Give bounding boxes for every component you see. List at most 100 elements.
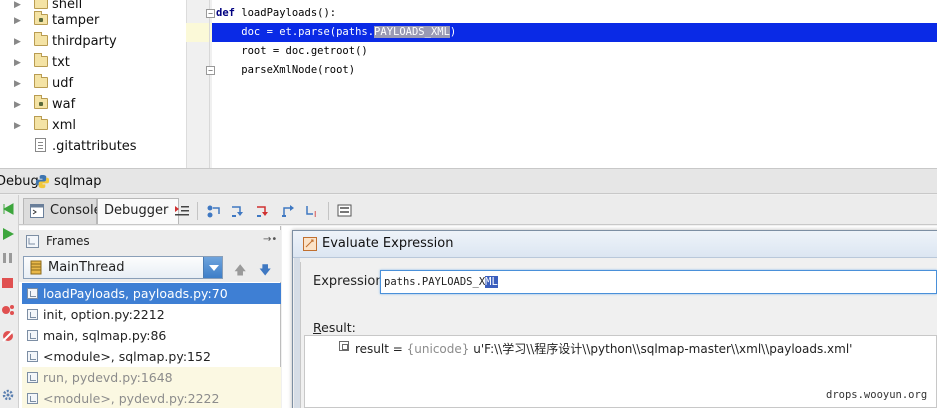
code-line: def loadPayloads(): [216,4,336,23]
arrow-up-icon[interactable]: 🡅 [234,261,246,282]
python-icon [35,174,50,189]
rerun-icon[interactable] [1,202,15,216]
run-config-name: sqlmap [54,174,102,189]
frame-icon [27,330,38,341]
expand-arrow-icon[interactable]: ▶ [14,0,24,10]
chevron-down-icon[interactable] [203,257,222,278]
show-execution-point-icon[interactable] [174,204,190,218]
console-icon [30,204,44,218]
tree-item-label: txt [52,55,70,70]
code-text: parseXmlNode(root) [216,64,356,76]
expand-arrow-icon[interactable]: ▶ [14,100,24,110]
expand-arrow-icon[interactable]: ▶ [14,58,24,68]
package-folder-icon [34,95,48,109]
result-value: u'F:\\学习\\程序设计\\python\\sqlmap-master\\x… [469,342,853,356]
settings-icon[interactable] [1,388,15,402]
folder-icon [34,74,48,88]
frame-label: main, sqlmap.py:86 [43,328,167,343]
watermark: drops.wooyun.org [826,389,928,401]
step-over-icon[interactable] [206,204,222,218]
toolbar-separator [328,202,329,220]
selected-token: PAYLOADS_XML [374,26,450,38]
expand-arrow-icon[interactable]: ▶ [14,16,24,26]
tree-item-label: thirdparty [52,34,117,49]
folder-icon [34,53,48,67]
tree-item-label: .gitattributes [52,139,137,154]
expression-label: Expression: [313,274,388,289]
frame-row[interactable]: main, sqlmap.py:86 [22,325,281,346]
frames-title: Frames [46,234,90,248]
view-breakpoints-icon[interactable] [1,303,15,317]
toolbar-separator [197,202,198,220]
stop-icon[interactable] [1,276,15,290]
expression-selection: ML [485,276,498,288]
frame-icon [27,393,38,404]
frame-icon [27,309,38,320]
tree-item-label: udf [52,76,74,91]
tree-item-label: waf [52,97,76,112]
tree-item-label: shell [52,0,83,12]
thread-selector[interactable]: MainThread [23,256,223,279]
debug-side-toolbar [0,195,19,408]
result-label-rest: esult: [321,320,356,335]
tree-item-label: tamper [52,13,100,28]
folder-icon [34,0,48,9]
tree-item-label: xml [52,118,76,133]
code-text: loadPayloads(): [234,7,337,19]
step-out-icon[interactable] [280,204,296,218]
tab-debugger[interactable]: Debugger [97,198,179,224]
frame-icon [27,372,38,383]
code-text: root = doc.getroot() [216,45,368,57]
frame-icon [27,288,38,299]
package-folder-icon [34,11,48,25]
result-equals: = [388,342,407,356]
code-line: root = doc.getroot() [216,42,368,61]
frames-header: Frames [19,230,281,252]
mute-breakpoints-icon[interactable] [1,329,15,343]
expression-text: paths.PAYLOADS_X [384,276,486,288]
resume-icon[interactable] [1,227,15,241]
debug-window-header: Debug sqlmap [0,168,937,194]
arrow-down-icon[interactable]: 🡇 [259,261,271,282]
dialog-title: Evaluate Expression [322,236,454,251]
thread-icon [30,260,42,275]
debugger-tabs-bar: Console Debugger [19,195,937,225]
frame-row[interactable]: <module>, sqlmap.py:152 [22,346,281,367]
run-to-cursor-icon[interactable]: I [305,204,321,218]
folder-icon [34,32,48,46]
frames-icon [26,235,39,248]
frame-row[interactable]: loadPayloads, payloads.py:70 [22,283,281,304]
frame-label: init, option.py:2212 [43,307,165,322]
fold-end-icon[interactable]: − [206,66,215,75]
result-label-mnemonic: R [313,320,322,335]
keyword-def: def [216,7,235,19]
frame-row-library[interactable]: run, pydevd.py:1648 [22,367,281,388]
step-into-my-code-icon[interactable] [255,204,271,218]
project-tree: ▶ shell ▶ tamper ▶ thirdparty ▶ txt ▶ ud… [0,0,186,168]
tab-debugger-label: Debugger [104,203,169,218]
result-label: Result: [313,320,356,335]
pin-icon[interactable]: →• [263,234,277,245]
dialog-title-bar[interactable]: Evaluate Expression [293,231,937,258]
pause-icon[interactable] [1,251,15,265]
svg-text:I: I [314,210,316,218]
variable-icon [339,341,349,351]
gutter-divider [209,0,210,168]
folder-icon [34,116,48,130]
frame-label: <module>, pydevd.py:2222 [43,391,220,406]
expand-arrow-icon[interactable]: ▶ [14,79,24,89]
evaluate-expression-icon[interactable] [337,204,353,218]
result-type: {unicode} [406,342,470,356]
expand-arrow-icon[interactable]: ▶ [14,37,24,47]
expand-arrow-icon[interactable]: ▶ [14,121,24,131]
file-icon [35,138,46,152]
frame-row[interactable]: init, option.py:2212 [22,304,281,325]
step-into-icon[interactable] [230,204,246,218]
fold-toggle-icon[interactable]: − [206,9,215,18]
frame-label: <module>, sqlmap.py:152 [43,349,211,364]
evaluate-icon [303,237,317,251]
code-line-current: doc = et.parse(paths.PAYLOADS_XML) [216,23,456,42]
tab-console[interactable]: Console [23,198,102,224]
result-node[interactable]: result = {unicode} u'F:\\学习\\程序设计\\pytho… [355,340,852,357]
frame-row-library[interactable]: <module>, pydevd.py:2222 [22,388,281,408]
